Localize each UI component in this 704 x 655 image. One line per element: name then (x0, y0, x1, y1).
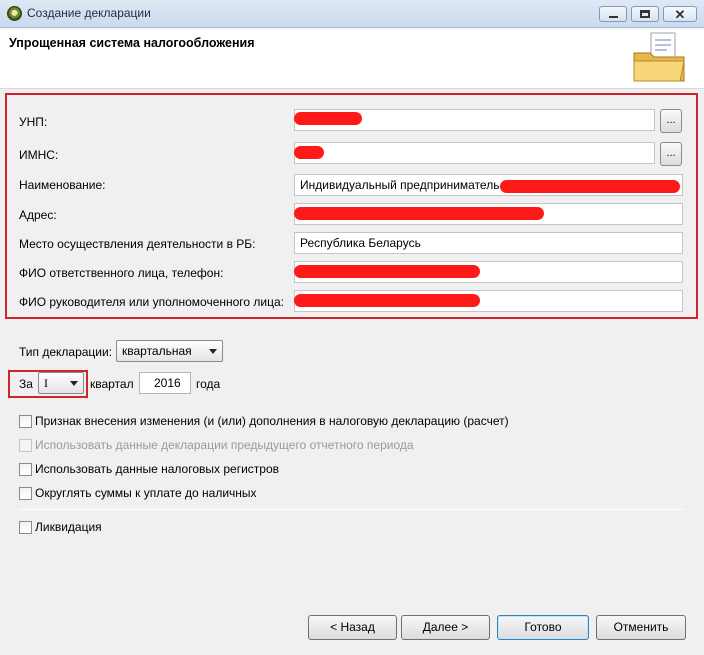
use-registers-checkbox[interactable] (19, 462, 32, 476)
round-sums-checkbox[interactable] (19, 486, 32, 500)
maximize-button[interactable] (631, 6, 659, 22)
quarter-label: квартал (90, 377, 134, 391)
page-title: Упрощенная система налогообложения (9, 36, 255, 50)
minimize-icon (608, 16, 618, 18)
imns-field[interactable] (294, 142, 655, 164)
quarter-select[interactable]: I (38, 372, 84, 394)
imns-browse-button[interactable]: ... (660, 142, 682, 166)
liquidation-checkbox-row[interactable]: Ликвидация (19, 520, 102, 534)
folder-document-icon (633, 32, 685, 82)
chevron-down-icon (209, 349, 217, 354)
imns-label: ИМНС: (19, 148, 59, 162)
use-previous-checkbox (19, 438, 32, 452)
use-previous-label: Использовать данные декларации предыдуще… (35, 438, 414, 452)
use-previous-checkbox-row: Использовать данные декларации предыдуще… (19, 438, 414, 452)
unp-label: УНП: (19, 115, 48, 129)
round-sums-label: Округлять суммы к уплате до наличных (35, 486, 257, 500)
unp-browse-button[interactable]: ... (660, 109, 682, 133)
chevron-down-icon (70, 381, 78, 386)
redaction-mark (294, 265, 480, 278)
wizard-header: Упрощенная система налогообложения (0, 29, 704, 89)
redaction-mark (500, 180, 680, 193)
window-title: Создание декларации (27, 6, 151, 20)
title-bar: Создание декларации ✕ (0, 0, 704, 28)
name-label: Наименование: (19, 178, 106, 192)
liquidation-label: Ликвидация (35, 520, 102, 534)
name-value: Индивидуальный предприниматель (300, 178, 500, 192)
redaction-mark (294, 146, 324, 159)
maximize-icon (640, 10, 650, 18)
responsible-label: ФИО ответственного лица, телефон: (19, 266, 224, 280)
redaction-mark (294, 294, 480, 307)
quarter-value: I (44, 376, 48, 390)
redaction-mark (294, 112, 362, 125)
cancel-button[interactable]: Отменить (596, 615, 686, 640)
change-flag-checkbox[interactable] (19, 414, 32, 428)
place-value: Республика Беларусь (300, 236, 421, 250)
finish-button[interactable]: Готово (497, 615, 589, 640)
address-label: Адрес: (19, 208, 57, 222)
use-registers-label: Использовать данные налоговых регистров (35, 462, 280, 476)
liquidation-checkbox[interactable] (19, 520, 32, 534)
year-input[interactable]: 2016 (139, 372, 191, 394)
app-icon (7, 6, 22, 21)
change-flag-checkbox-row[interactable]: Признак внесения изменения (и (или) допо… (19, 414, 509, 428)
back-button[interactable]: < Назад (308, 615, 397, 640)
next-button[interactable]: Далее > (401, 615, 490, 640)
redaction-mark (294, 207, 544, 220)
close-icon: ✕ (674, 6, 686, 22)
place-field[interactable]: Республика Беларусь (294, 232, 683, 254)
declaration-type-select[interactable]: квартальная (116, 340, 223, 362)
round-sums-checkbox-row[interactable]: Округлять суммы к уплате до наличных (19, 486, 257, 500)
head-label: ФИО руководителя или уполномоченного лиц… (19, 295, 285, 309)
declaration-type-value: квартальная (122, 344, 192, 358)
close-button[interactable]: ✕ (663, 6, 697, 22)
year-label: года (196, 377, 221, 391)
separator (19, 509, 683, 510)
place-label: Место осуществления деятельности в РБ: (19, 237, 256, 251)
change-flag-label: Признак внесения изменения (и (или) допо… (35, 414, 509, 428)
for-label: За (19, 377, 33, 391)
declaration-type-label: Тип декларации: (19, 345, 113, 359)
minimize-button[interactable] (599, 6, 627, 22)
use-registers-checkbox-row[interactable]: Использовать данные налоговых регистров (19, 462, 279, 476)
